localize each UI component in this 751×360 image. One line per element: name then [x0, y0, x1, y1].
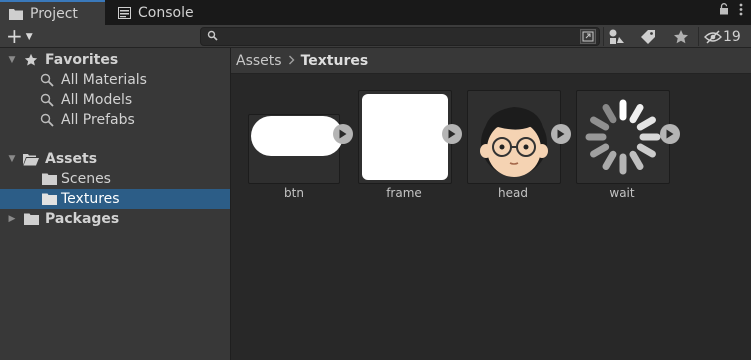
- breadcrumb-assets[interactable]: Assets: [236, 53, 282, 69]
- breadcrumb-separator: [288, 53, 295, 69]
- asset-label-frame: frame: [386, 186, 422, 200]
- plus-icon: +: [6, 24, 23, 48]
- tab-console-label: Console: [138, 4, 194, 21]
- tab-project[interactable]: Project: [0, 0, 105, 25]
- tree-item-all-models[interactable]: All Models: [0, 90, 230, 110]
- breadcrumb-textures[interactable]: Textures: [301, 53, 369, 69]
- asset-tile-frame[interactable]: [358, 90, 452, 184]
- tree-item-label: Textures: [61, 191, 120, 207]
- tab-project-label: Project: [30, 5, 78, 22]
- folder-icon: [23, 211, 39, 227]
- asset-tile-btn[interactable]: [248, 114, 343, 184]
- expand-arrow-icon[interactable]: ▶: [7, 214, 17, 224]
- character-head-thumbnail: [480, 107, 548, 177]
- star-icon: [23, 52, 39, 68]
- tree-item-textures[interactable]: Textures: [0, 189, 230, 209]
- breadcrumb: Assets Textures: [231, 48, 751, 74]
- hidden-count: 19: [723, 29, 741, 45]
- play-icon[interactable]: [442, 124, 462, 144]
- play-icon[interactable]: [333, 124, 353, 144]
- create-menu-button[interactable]: + ▼: [6, 24, 42, 48]
- tree-item-favorites-label: Favorites: [45, 52, 119, 68]
- texture-thumbnail-frame: [362, 94, 448, 180]
- tree-item-all-prefabs[interactable]: All Prefabs: [0, 110, 230, 130]
- tree-item-all-materials[interactable]: All Materials: [0, 70, 230, 90]
- asset-label-wait: wait: [609, 186, 635, 200]
- search-field[interactable]: [200, 27, 600, 46]
- texture-thumbnail-btn: [251, 116, 343, 156]
- lock-icon[interactable]: [719, 3, 729, 20]
- folder-icon: [41, 171, 57, 187]
- tree-item-packages-label: Packages: [45, 211, 120, 227]
- tree-item-favorites[interactable]: ▼ Favorites: [0, 50, 230, 70]
- filter-by-label-icon[interactable]: [639, 28, 657, 46]
- search-icon: [207, 30, 219, 42]
- expand-arrow-icon[interactable]: ▼: [7, 55, 17, 65]
- play-icon[interactable]: [660, 124, 680, 144]
- filter-by-type-icon[interactable]: [607, 28, 625, 46]
- favorite-star-icon[interactable]: [672, 28, 690, 46]
- console-icon: [116, 6, 132, 20]
- tab-bar: Project Console: [0, 0, 751, 25]
- search-icon: [39, 72, 55, 88]
- tree-item-label: Scenes: [61, 171, 111, 187]
- asset-tile-wait[interactable]: [576, 90, 670, 184]
- hidden-packages-toggle[interactable]: 19: [704, 28, 741, 46]
- expand-arrow-icon[interactable]: ▼: [7, 154, 17, 164]
- kebab-menu-icon[interactable]: [739, 3, 743, 20]
- tree-item-assets-label: Assets: [45, 151, 98, 167]
- folder-icon: [8, 7, 24, 21]
- tree-item-label: All Prefabs: [61, 112, 135, 128]
- toolbar-separator: [603, 27, 604, 46]
- toolbar-separator: [698, 27, 699, 46]
- eye-slash-icon: [704, 30, 722, 44]
- search-by-type-icon[interactable]: [580, 29, 596, 44]
- tree-item-packages[interactable]: ▶ Packages: [0, 209, 230, 229]
- loading-spinner-thumbnail: [585, 99, 661, 175]
- search-icon: [39, 92, 55, 108]
- asset-browser: Assets Textures btn frame head wait: [231, 48, 751, 360]
- search-icon: [39, 112, 55, 128]
- tab-console[interactable]: Console: [110, 0, 210, 25]
- tree-item-scenes[interactable]: Scenes: [0, 169, 230, 189]
- folder-icon: [41, 191, 57, 207]
- window-controls: [719, 3, 743, 20]
- tree-item-assets[interactable]: ▼ Assets: [0, 149, 230, 169]
- tree-item-label: All Materials: [61, 72, 147, 88]
- asset-label-btn: btn: [284, 186, 304, 200]
- project-toolbar: + ▼ 19: [0, 24, 751, 48]
- tree-item-label: All Models: [61, 92, 133, 108]
- folder-open-icon: [23, 151, 39, 167]
- play-icon[interactable]: [551, 124, 571, 144]
- folder-tree: ▼ Favorites All Materials All Models All…: [0, 48, 230, 360]
- asset-tile-head[interactable]: [467, 90, 561, 184]
- chevron-down-icon: ▼: [25, 32, 33, 42]
- asset-label-head: head: [498, 186, 528, 200]
